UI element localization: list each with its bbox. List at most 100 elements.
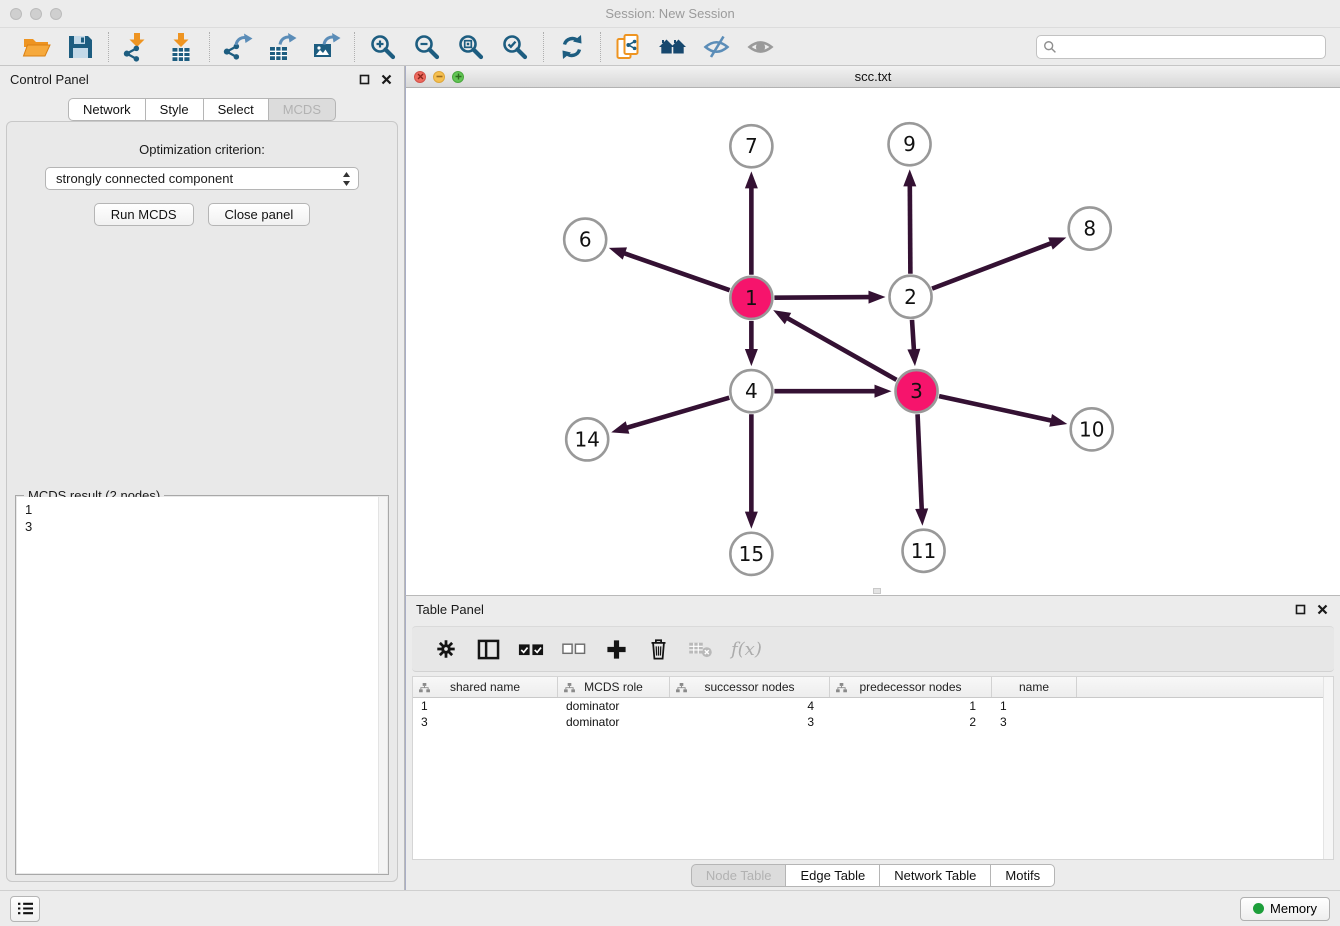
control-panel-header: Control Panel xyxy=(0,66,404,92)
graph-edge-2-8[interactable] xyxy=(932,243,1052,289)
table-row[interactable]: 3dominator323 xyxy=(413,714,1333,730)
run-mcds-button[interactable]: Run MCDS xyxy=(94,203,194,226)
table-toolbar: f(x) xyxy=(412,626,1334,672)
select-stepper-icon xyxy=(342,171,351,190)
table-cell[interactable]: 4 xyxy=(670,698,830,714)
column-header-label: shared name xyxy=(450,680,520,694)
table-cell[interactable]: 3 xyxy=(992,714,1077,730)
open-file-icon[interactable] xyxy=(20,31,52,63)
graph-edge-2-3[interactable] xyxy=(912,320,914,351)
tab-mcds[interactable]: MCDS xyxy=(268,98,336,121)
search-icon xyxy=(1043,40,1057,57)
application-window: Session: New Session Control Panel Netwo… xyxy=(0,0,1340,926)
graph-edge-1-6[interactable] xyxy=(623,253,730,290)
graph-node-7[interactable] xyxy=(730,125,772,167)
memory-button[interactable]: Memory xyxy=(1240,897,1330,921)
column-header-label: MCDS role xyxy=(584,680,643,694)
graph-edge-3-11[interactable] xyxy=(918,414,922,510)
copy-network-icon[interactable] xyxy=(613,31,645,63)
graph-edge-arrow-icon xyxy=(1048,237,1066,249)
tab-node-table[interactable]: Node Table xyxy=(691,864,786,887)
delete-column-icon[interactable] xyxy=(646,636,670,662)
import-table-icon[interactable] xyxy=(165,31,197,63)
column-settings-icon[interactable] xyxy=(434,636,458,662)
column-header-label: name xyxy=(1019,680,1049,694)
graph-node-1[interactable] xyxy=(730,277,772,319)
column-header-MCDS-role[interactable]: MCDS role xyxy=(558,677,670,697)
mcds-result-text[interactable]: 1 3 xyxy=(17,497,387,873)
criterion-select[interactable]: strongly connected component xyxy=(45,167,359,190)
float-table-panel-icon[interactable] xyxy=(1292,601,1308,617)
table-cell[interactable]: 1 xyxy=(413,698,558,714)
graph-node-2[interactable] xyxy=(890,276,932,318)
graph-node-10[interactable] xyxy=(1071,408,1113,450)
show-columns-icon[interactable] xyxy=(518,636,544,662)
table-cell[interactable]: 3 xyxy=(413,714,558,730)
zoom-selected-icon[interactable] xyxy=(499,31,531,63)
tab-edge-table[interactable]: Edge Table xyxy=(785,864,879,887)
column-header-predecessor-nodes[interactable]: predecessor nodes xyxy=(830,677,992,697)
search-input[interactable] xyxy=(1036,35,1326,59)
close-panel-icon[interactable] xyxy=(378,71,394,87)
toolbar-group xyxy=(212,31,352,63)
graph-edge-4-14[interactable] xyxy=(626,398,730,428)
graph-node-6[interactable] xyxy=(564,219,606,261)
table-cell[interactable]: dominator xyxy=(558,714,670,730)
hide-columns-icon[interactable] xyxy=(562,636,586,662)
float-panel-icon[interactable] xyxy=(356,71,372,87)
graph-edge-arrow-icon xyxy=(745,349,758,366)
create-column-icon[interactable] xyxy=(604,636,628,662)
graph-node-4[interactable] xyxy=(730,370,772,412)
table-cell[interactable]: 2 xyxy=(830,714,992,730)
zoom-in-icon[interactable] xyxy=(367,31,399,63)
save-session-icon[interactable] xyxy=(64,31,96,63)
refresh-view-icon[interactable] xyxy=(556,31,588,63)
task-history-icon[interactable] xyxy=(10,896,40,922)
tab-network[interactable]: Network xyxy=(68,98,145,121)
column-header-successor-nodes[interactable]: successor nodes xyxy=(670,677,830,697)
graph-edge-arrow-icon xyxy=(773,310,791,324)
tab-motifs[interactable]: Motifs xyxy=(990,864,1055,887)
graph-node-9[interactable] xyxy=(889,123,931,165)
graph-edge-3-1[interactable] xyxy=(786,318,896,380)
result-scrollbar[interactable] xyxy=(378,497,387,873)
graph-node-3[interactable] xyxy=(896,370,938,412)
graph-node-8[interactable] xyxy=(1069,207,1111,249)
zoom-fit-icon[interactable] xyxy=(455,31,487,63)
table-cell[interactable]: 1 xyxy=(830,698,992,714)
table-row[interactable]: 1dominator411 xyxy=(413,698,1333,714)
tab-select[interactable]: Select xyxy=(203,98,268,121)
canvas-resize-grip[interactable] xyxy=(873,588,881,594)
table-panel-header: Table Panel xyxy=(406,596,1340,622)
zoom-out-icon[interactable] xyxy=(411,31,443,63)
graph-edge-2-9[interactable] xyxy=(910,184,911,273)
table-cell[interactable]: 3 xyxy=(670,714,830,730)
panel-mode-icon[interactable] xyxy=(476,636,500,662)
table-cell[interactable]: dominator xyxy=(558,698,670,714)
node-table: shared name MCDS role successor nodesprede… xyxy=(412,676,1334,860)
export-image-icon[interactable] xyxy=(310,31,342,63)
graph-node-11[interactable] xyxy=(903,530,945,572)
column-header-name[interactable]: name xyxy=(992,677,1077,697)
toolbar-separator xyxy=(543,32,544,62)
show-graphics-details-icon[interactable] xyxy=(701,31,733,63)
export-table-icon[interactable] xyxy=(266,31,298,63)
tab-style[interactable]: Style xyxy=(145,98,203,121)
network-canvas[interactable]: 7968124314101511 xyxy=(406,88,1340,595)
graph-edge-1-2[interactable] xyxy=(774,297,870,298)
close-panel-button[interactable]: Close panel xyxy=(208,203,311,226)
import-network-icon[interactable] xyxy=(121,31,153,63)
graph-edge-3-10[interactable] xyxy=(939,396,1053,421)
tab-network-table[interactable]: Network Table xyxy=(879,864,990,887)
graph-edge-arrow-icon xyxy=(609,247,627,259)
graph-edge-arrow-icon xyxy=(611,421,629,434)
graph-node-15[interactable] xyxy=(730,533,772,575)
close-table-panel-icon[interactable] xyxy=(1314,601,1330,617)
table-body: 1dominator4113dominator323 xyxy=(413,698,1333,730)
home-layout-icon[interactable] xyxy=(657,31,689,63)
column-header-shared-name[interactable]: shared name xyxy=(413,677,558,697)
table-scrollbar[interactable] xyxy=(1323,677,1333,859)
graph-node-14[interactable] xyxy=(566,418,608,460)
export-network-icon[interactable] xyxy=(222,31,254,63)
table-cell[interactable]: 1 xyxy=(992,698,1077,714)
